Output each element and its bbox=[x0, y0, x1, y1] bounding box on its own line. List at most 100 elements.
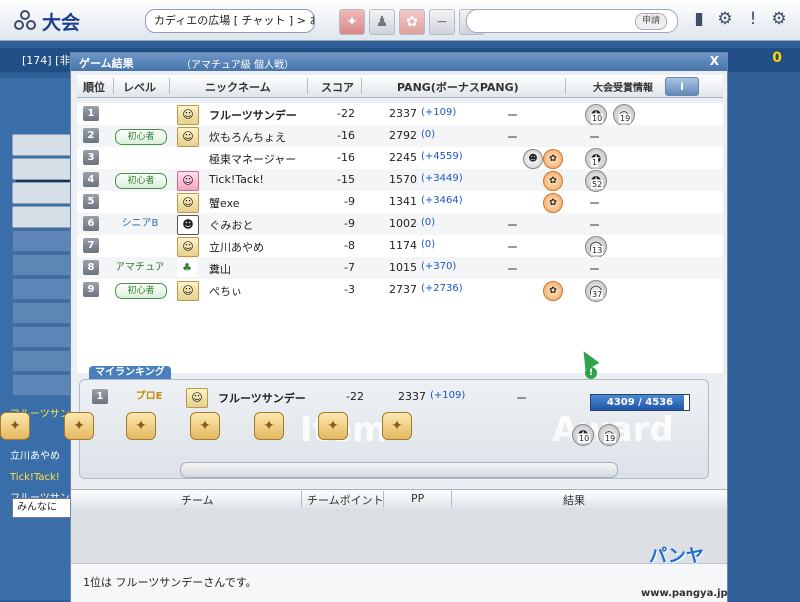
item-dash: ー bbox=[516, 392, 527, 405]
player-slot[interactable] bbox=[12, 158, 74, 180]
settings-gear-icon[interactable]: ⚙ bbox=[714, 8, 736, 30]
level-badge: 初心者 bbox=[115, 129, 167, 145]
results-table: 1 ☺ フルーツサンデー -22 2337 (+109) ー ✪ 10 ◎ 19… bbox=[77, 103, 723, 373]
bonus-pang: (+3449) bbox=[421, 173, 463, 184]
pang: 1015 bbox=[389, 261, 417, 274]
level-badge: アマチュアB bbox=[115, 262, 165, 273]
empty-slot bbox=[12, 326, 74, 348]
result-footer: 1位は フルーツサンデーさんです。 パンヤ www.pangya.jp bbox=[71, 546, 728, 602]
item-scrollbar[interactable] bbox=[180, 462, 618, 478]
bonus-pang: (+109) bbox=[421, 107, 457, 118]
progress-text: 4309 / 4536 bbox=[606, 397, 674, 408]
item-dash: ー bbox=[507, 109, 518, 122]
bonus-pang: (+2736) bbox=[421, 283, 463, 294]
pang: 1002 bbox=[389, 217, 417, 230]
empty-slot bbox=[12, 278, 74, 300]
award-dash: ー bbox=[589, 131, 600, 144]
table-row[interactable]: 9 初心者 ☺ ぺちぃ -3 2737 (+2736) ✿ ◯ 37 bbox=[77, 279, 723, 302]
character-icon: ♣ bbox=[177, 259, 197, 277]
friend-card-button[interactable]: ✦ bbox=[339, 9, 365, 35]
help-icon[interactable]: ! bbox=[742, 8, 764, 30]
item-bubble-icon[interactable]: ✦ bbox=[0, 412, 30, 440]
award-count: 37 bbox=[591, 290, 604, 299]
pang: 1570 bbox=[389, 173, 417, 186]
player-slot[interactable] bbox=[12, 182, 74, 204]
character-icon: ☺ bbox=[177, 127, 199, 147]
character-icon: ☺ bbox=[177, 193, 199, 213]
table-row[interactable]: 1 ☺ フルーツサンデー -22 2337 (+109) ー ✪ 10 ◎ 19 bbox=[77, 103, 723, 126]
nickname: ぺちぃ bbox=[209, 285, 242, 298]
nickname: フルーツサンデー bbox=[218, 392, 306, 405]
award-count: 19 bbox=[619, 114, 632, 123]
score: -22 bbox=[346, 390, 364, 403]
search-input[interactable]: 申請 bbox=[466, 9, 678, 33]
site-url: www.pangya.jp bbox=[641, 588, 728, 599]
score: -9 bbox=[344, 217, 355, 230]
table-row[interactable]: 5 ☺ 蟹exe -9 1341 (+3464) ✿ ー bbox=[77, 191, 723, 213]
close-icon[interactable]: X bbox=[710, 54, 719, 68]
award-dash: ー bbox=[589, 197, 600, 210]
top-bar: 大会 カディエの広場 [ チャット ] > お友達募集 ✦ ♟ ✿ − ✕ 申請… bbox=[0, 0, 800, 41]
rank-badge: 8 bbox=[83, 260, 99, 275]
header-level: レベル bbox=[123, 81, 156, 94]
player-slot[interactable] bbox=[12, 134, 74, 156]
header-pp: PP bbox=[411, 492, 425, 505]
item-bubble-icon[interactable]: ✦ bbox=[382, 412, 412, 440]
nickname: 蟹exe bbox=[209, 197, 240, 210]
emblem-button[interactable]: ✿ bbox=[399, 9, 425, 35]
empty-slot bbox=[12, 350, 74, 372]
apply-button[interactable]: 申請 bbox=[634, 13, 667, 30]
tournament-logo-icon bbox=[14, 8, 36, 30]
header-result: 結果 bbox=[563, 494, 585, 507]
location-breadcrumb[interactable]: カディエの広場 [ チャット ] > お友達募集 bbox=[145, 9, 315, 33]
level-badge: 初心者 bbox=[115, 173, 167, 189]
table-row[interactable]: 4 初心者 ☺ Tick!Tack! -15 1570 (+3449) ✿ ✪ … bbox=[77, 169, 723, 192]
list-item[interactable]: Tick!Tack! bbox=[10, 467, 72, 488]
table-row[interactable]: 2 初心者 ☺ 炊もろんちょえ -16 2792 (0) ー ー bbox=[77, 125, 723, 147]
award-count: 19 bbox=[604, 434, 617, 443]
header-team-points: チームポイント bbox=[307, 494, 384, 507]
table-row[interactable]: 6 シニアB ☻ ぐみおと -9 1002 (0) ー ー bbox=[77, 213, 723, 235]
pang: 2337 bbox=[389, 107, 417, 120]
character-icon: ☻ bbox=[177, 215, 199, 235]
item-bubble-icon[interactable]: ✦ bbox=[126, 412, 156, 440]
header-score: スコア bbox=[321, 81, 354, 94]
table-row[interactable]: 3 極東マネージャー -16 2245 (+4559) ☻ ✿ ✪ 1 bbox=[77, 147, 723, 170]
player-slot[interactable] bbox=[12, 206, 74, 228]
list-item[interactable]: 立川あやめ bbox=[10, 446, 72, 467]
nickname: 糞山 bbox=[209, 263, 231, 276]
notebook-icon[interactable]: ▮ bbox=[688, 8, 710, 30]
item-dash: ー bbox=[507, 263, 518, 276]
bonus-pang: (+370) bbox=[421, 261, 457, 272]
item-bubble-icon[interactable]: ✦ bbox=[254, 412, 284, 440]
item-dash: ー bbox=[507, 241, 518, 254]
rank-badge: 5 bbox=[83, 194, 99, 209]
table-row[interactable]: 7 ☺ 立川あやめ -8 1174 (0) ー ◯ 13 bbox=[77, 235, 723, 258]
item-bubble-icon[interactable]: ✦ bbox=[318, 412, 348, 440]
table-row[interactable]: 8 アマチュアB ♣ 糞山 -7 1015 (+370) ー ー bbox=[77, 257, 723, 279]
empty-slot bbox=[12, 374, 74, 396]
item-bubble-icon[interactable]: ✦ bbox=[190, 412, 220, 440]
dialog-subtitle: （アマチュア級 個人戦） bbox=[181, 60, 294, 71]
team-table-body bbox=[71, 508, 727, 563]
item-bubble-icon[interactable]: ✦ bbox=[64, 412, 94, 440]
my-ranking-tab[interactable]: マイランキング bbox=[89, 366, 171, 380]
rank-badge: 2 bbox=[83, 128, 99, 143]
award-count: 1 bbox=[591, 158, 599, 167]
score: -15 bbox=[337, 173, 355, 186]
options-gear-icon[interactable]: ⚙ bbox=[768, 8, 790, 30]
bonus-pang: (+4559) bbox=[421, 151, 463, 162]
rank-badge: 3 bbox=[83, 150, 99, 165]
pang: 2337 bbox=[398, 390, 426, 403]
pang: 1341 bbox=[389, 195, 417, 208]
nickname: Tick!Tack! bbox=[209, 173, 264, 186]
info-button[interactable]: i bbox=[665, 77, 699, 96]
score: -22 bbox=[337, 107, 355, 120]
award-dash: ー bbox=[589, 263, 600, 276]
minus-button[interactable]: − bbox=[429, 9, 455, 35]
character-button[interactable]: ♟ bbox=[369, 9, 395, 35]
score: -9 bbox=[344, 195, 355, 208]
nickname: フルーツサンデー bbox=[209, 109, 297, 122]
pang: 1174 bbox=[389, 239, 417, 252]
empty-slot bbox=[12, 254, 74, 276]
